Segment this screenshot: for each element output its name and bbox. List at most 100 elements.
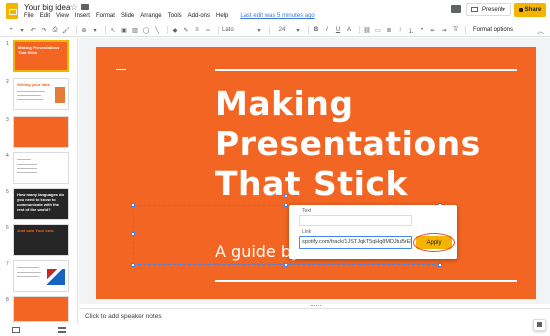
- slide-thumbnail[interactable]: Just own Your own.: [13, 224, 69, 256]
- slide-thumbnail[interactable]: [13, 260, 69, 292]
- share-button[interactable]: Share: [514, 3, 546, 17]
- slide-thumbnail-row[interactable]: 1 Making Presentations That Stick: [0, 40, 78, 76]
- menu-format[interactable]: Format: [96, 13, 115, 23]
- menu-addons[interactable]: Add-ons: [188, 13, 210, 23]
- rotate-handle[interactable]: [284, 194, 288, 198]
- clear-format-icon[interactable]: T̸: [451, 25, 459, 35]
- resize-handle[interactable]: [131, 232, 135, 236]
- menu-view[interactable]: View: [56, 13, 69, 23]
- menu-bar: File Edit View Insert Format Slide Arran…: [24, 13, 315, 23]
- slide-thumbnail[interactable]: [13, 116, 69, 148]
- slides-logo-icon[interactable]: [6, 3, 18, 19]
- slide-thumbnail-row[interactable]: 5 How many languages do you need to know…: [0, 188, 78, 224]
- slide-thumbnail-row[interactable]: 6 Just own Your own.: [0, 224, 78, 260]
- last-edit-link[interactable]: Last edit was 5 minutes ago: [240, 13, 314, 23]
- slide-thumbnail-row[interactable]: 7: [0, 260, 78, 296]
- font-size-select[interactable]: 24: [273, 25, 291, 35]
- menu-tools[interactable]: Tools: [168, 13, 182, 23]
- grid-view-icon[interactable]: [12, 327, 20, 333]
- star-icon[interactable]: ☆: [70, 2, 78, 13]
- link-popup: Text Link spotify.com/track/1JSTJqkT5qHq…: [289, 205, 457, 259]
- slides-app: Your big idea ☆ File Edit View Insert Fo…: [0, 0, 550, 336]
- fill-color-icon[interactable]: ◆: [171, 25, 179, 35]
- chevron-down-icon[interactable]: ▼: [501, 7, 506, 13]
- comment-add-icon[interactable]: ▭: [374, 25, 382, 35]
- thumbnail-text-line: [17, 91, 45, 92]
- text-color-icon[interactable]: A: [345, 25, 353, 35]
- resize-handle[interactable]: [131, 203, 135, 207]
- line-icon[interactable]: ╲: [153, 25, 161, 35]
- bulleted-list-icon[interactable]: •: [418, 25, 426, 35]
- title-bar: Your big idea ☆ File Edit View Insert Fo…: [0, 0, 550, 23]
- shape-icon[interactable]: ◯: [142, 25, 150, 35]
- resize-handle[interactable]: [284, 263, 288, 267]
- new-slide-icon[interactable]: +: [7, 25, 15, 35]
- apply-button[interactable]: Apply: [416, 236, 452, 249]
- slide-title[interactable]: Making Presentations That Stick: [215, 84, 535, 204]
- slide-thumbnail-row[interactable]: 3: [0, 116, 78, 152]
- chevron-up-icon[interactable]: ︿: [537, 26, 544, 36]
- chevron-down-icon[interactable]: ▾: [18, 25, 26, 35]
- select-cursor-icon[interactable]: ↖: [109, 25, 117, 35]
- resize-handle[interactable]: [438, 263, 442, 267]
- explore-icon[interactable]: [533, 319, 546, 331]
- font-select[interactable]: Lato: [222, 25, 252, 35]
- slide-thumbnail-row[interactable]: 2 Writing your idea: [0, 78, 78, 114]
- undo-icon[interactable]: ↶: [29, 25, 37, 35]
- menu-insert[interactable]: Insert: [75, 13, 90, 23]
- slide-thumbnail[interactable]: [13, 296, 69, 322]
- line-spacing-icon[interactable]: ↕: [396, 25, 404, 35]
- toolbar-divider: [76, 26, 77, 34]
- menu-slide[interactable]: Slide: [121, 13, 134, 23]
- underline-icon[interactable]: U: [334, 25, 342, 35]
- toolbar: + ▾ ↶ ↷ ⎙ 🖌 ⊕ ▾ ↖ ▣ ▨ ◯ ╲ ◆ ✎ ≡ ┅ Lato ▾…: [0, 24, 550, 37]
- resize-handle[interactable]: [284, 203, 288, 207]
- slide-thumbnail[interactable]: [13, 152, 69, 184]
- thumbnail-text-line: [17, 272, 41, 273]
- document-title[interactable]: Your big idea: [24, 3, 70, 12]
- slide-number: 4: [6, 153, 9, 159]
- thumbnail-text-line: [17, 95, 41, 96]
- border-dash-icon[interactable]: ┅: [204, 25, 212, 35]
- image-icon[interactable]: ▨: [131, 25, 139, 35]
- menu-arrange[interactable]: Arrange: [140, 13, 161, 23]
- indent-increase-icon[interactable]: ⇥: [440, 25, 448, 35]
- thumbnail-text-line: [17, 164, 37, 165]
- align-icon[interactable]: ≣: [385, 25, 393, 35]
- slide-thumbnail[interactable]: Writing your idea: [13, 78, 69, 110]
- print-icon[interactable]: ⎙: [51, 25, 59, 35]
- filmstrip-view-icon[interactable]: [58, 327, 66, 333]
- link-icon[interactable]: ⛓: [363, 25, 371, 35]
- toolbar-divider: [218, 26, 219, 34]
- paint-format-icon[interactable]: 🖌: [62, 25, 70, 35]
- menu-help[interactable]: Help: [216, 13, 228, 23]
- format-options-button[interactable]: Format options: [473, 25, 513, 35]
- folder-icon[interactable]: [81, 4, 89, 10]
- speaker-notes[interactable]: Click to add speaker notes: [79, 308, 550, 336]
- indent-decrease-icon[interactable]: ⇤: [429, 25, 437, 35]
- bold-icon[interactable]: B: [312, 25, 320, 35]
- menu-file[interactable]: File: [24, 13, 34, 23]
- slide-thumbnail-row[interactable]: 4: [0, 152, 78, 188]
- notes-resize-handle[interactable]: [311, 305, 321, 307]
- redo-icon[interactable]: ↷: [40, 25, 48, 35]
- speaker-notes-placeholder[interactable]: Click to add speaker notes: [85, 313, 162, 320]
- thumbnail-text-line: [17, 99, 43, 100]
- numbered-list-icon[interactable]: ⒈: [407, 25, 415, 35]
- link-url-input[interactable]: spotify.com/track/1JSTJqkT5qHq8MDJtuBrEl: [299, 236, 412, 249]
- resize-handle[interactable]: [131, 263, 135, 267]
- link-text-input[interactable]: [299, 215, 412, 226]
- chevron-down-icon[interactable]: ▾: [294, 25, 302, 35]
- chevron-down-icon[interactable]: ▾: [255, 25, 263, 35]
- italic-icon[interactable]: I: [323, 25, 331, 35]
- slide-thumbnail[interactable]: How many languages do you need to know t…: [13, 188, 69, 220]
- zoom-icon[interactable]: ⊕: [80, 25, 88, 35]
- text-box-icon[interactable]: ▣: [120, 25, 128, 35]
- menu-edit[interactable]: Edit: [40, 13, 50, 23]
- slide-thumbnail[interactable]: Making Presentations That Stick: [13, 40, 69, 72]
- present-button[interactable]: Present ▼: [466, 3, 511, 16]
- comment-icon[interactable]: [451, 5, 461, 13]
- border-weight-icon[interactable]: ≡: [193, 25, 201, 35]
- border-color-icon[interactable]: ✎: [182, 25, 190, 35]
- chevron-down-icon[interactable]: ▾: [91, 25, 99, 35]
